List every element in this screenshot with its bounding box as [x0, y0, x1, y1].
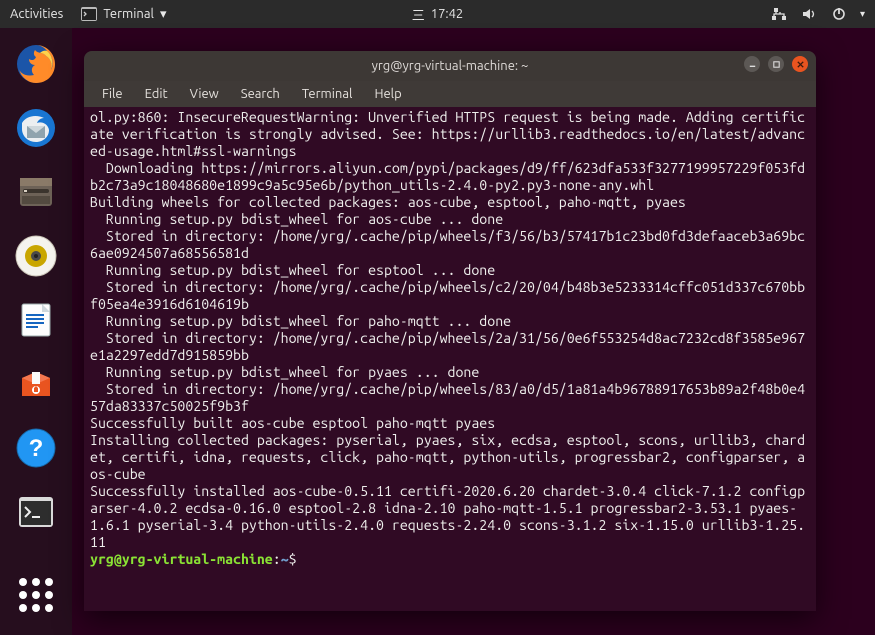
desktop-area: yrg@yrg-virtual-machine: ~ File Edit Vie…	[72, 28, 875, 635]
dock-item-thunderbird[interactable]	[10, 102, 62, 154]
terminal-output: ol.py:860: InsecureRequestWarning: Unver…	[90, 109, 805, 550]
prompt-path: ~	[281, 551, 289, 567]
dock-item-rhythmbox[interactable]	[10, 230, 62, 282]
chevron-down-icon: ▾	[160, 7, 167, 22]
menu-file[interactable]: File	[92, 84, 133, 104]
terminal-menubar: File Edit View Search Terminal Help	[84, 81, 816, 107]
ubuntu-dock: ?	[0, 28, 72, 635]
prompt-sep: :	[273, 551, 281, 567]
terminal-content[interactable]: ol.py:860: InsecureRequestWarning: Unver…	[84, 107, 816, 611]
show-applications-button[interactable]	[10, 569, 62, 621]
clock-time: 17:42	[431, 7, 464, 21]
window-close-button[interactable]	[792, 56, 808, 72]
dock-item-software[interactable]	[10, 358, 62, 410]
svg-text:?: ?	[29, 435, 44, 462]
activities-button[interactable]: Activities	[10, 7, 63, 21]
dock-item-firefox[interactable]	[10, 38, 62, 90]
menu-search[interactable]: Search	[231, 84, 290, 104]
prompt-dollar: $	[289, 551, 297, 567]
dock-item-files[interactable]	[10, 166, 62, 218]
apps-grid-icon	[19, 578, 53, 612]
menu-view[interactable]: View	[180, 84, 229, 104]
power-icon[interactable]	[832, 7, 846, 21]
network-icon[interactable]	[772, 7, 788, 21]
menu-edit[interactable]: Edit	[135, 84, 178, 104]
menu-help[interactable]: Help	[364, 84, 411, 104]
prompt-user-host: yrg@yrg-virtual-machine	[90, 551, 273, 567]
focused-app-label: Terminal	[103, 7, 154, 21]
chevron-down-icon[interactable]: ▾	[860, 8, 865, 20]
gnome-topbar: Activities Terminal ▾ 三 17:42 ▾	[0, 0, 875, 28]
terminal-small-icon	[81, 7, 97, 21]
terminal-window: yrg@yrg-virtual-machine: ~ File Edit Vie…	[84, 51, 816, 611]
focused-app-menu[interactable]: Terminal ▾	[81, 7, 166, 22]
volume-icon[interactable]	[802, 7, 818, 21]
window-maximize-button[interactable]	[768, 56, 784, 72]
dock-item-help[interactable]: ?	[10, 422, 62, 474]
dock-item-terminal[interactable]	[10, 486, 62, 538]
menu-terminal[interactable]: Terminal	[292, 84, 363, 104]
prompt-cursor	[297, 551, 305, 567]
dock-item-writer[interactable]	[10, 294, 62, 346]
window-title: yrg@yrg-virtual-machine: ~	[372, 59, 529, 73]
window-minimize-button[interactable]	[744, 56, 760, 72]
clock-icon-zh: 三	[412, 5, 425, 24]
clock[interactable]: 三 17:42	[412, 5, 464, 24]
window-titlebar[interactable]: yrg@yrg-virtual-machine: ~	[84, 51, 816, 81]
